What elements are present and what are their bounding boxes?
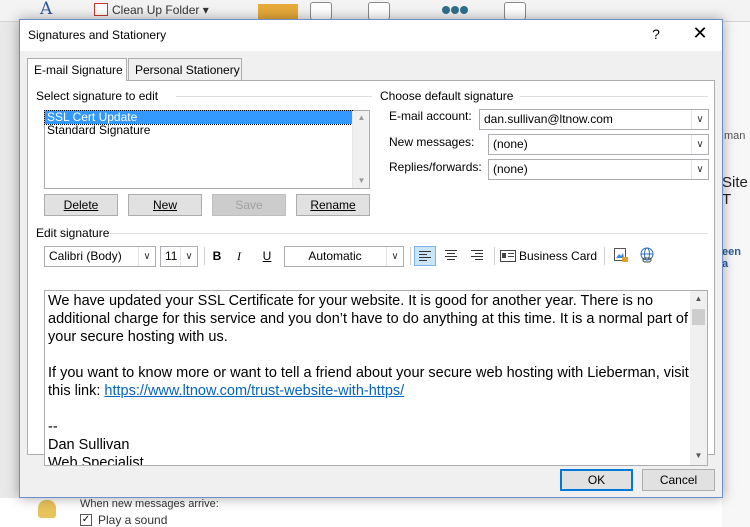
new-messages-select[interactable]: (none) ∨ (488, 134, 709, 155)
signatures-dialog: Signatures and Stationery ? ✕ E-mail Sig… (19, 19, 723, 498)
chevron-down-icon[interactable]: ∨ (138, 247, 155, 266)
background-reading-pane: man Site T een a (722, 22, 750, 527)
tab-email-signature[interactable]: E-mail Signature (27, 58, 127, 81)
clean-up-folder-button[interactable]: Clean Up Folder ▾ (94, 3, 209, 17)
dialog-title: Signatures and Stationery (28, 28, 167, 42)
chevron-down-icon[interactable]: ∨ (386, 247, 403, 266)
underline-button[interactable]: U (258, 246, 276, 266)
group-divider (176, 96, 372, 97)
group-divider (110, 233, 708, 234)
toolbar-separator (494, 247, 495, 265)
email-signature-panel: Select signature to edit SSL Cert Update… (27, 80, 715, 466)
business-card-button[interactable]: Business Card (500, 246, 600, 266)
toolbar-separator (604, 247, 605, 265)
window-icon[interactable] (504, 2, 526, 20)
signature-paragraph: If you want to know more or want to tell… (48, 365, 689, 399)
toolbar-separator (204, 247, 205, 265)
font-select[interactable]: Calibri (Body) ∨ (44, 246, 156, 267)
insert-hyperlink-button[interactable] (636, 246, 658, 266)
tab-personal-stationery[interactable]: Personal Stationery (128, 58, 242, 80)
mail-icon[interactable] (368, 2, 390, 20)
editor-scrollbar[interactable]: ▲ ▼ (690, 291, 707, 465)
font-color-select[interactable]: Automatic ∨ (284, 246, 404, 267)
choose-default-label: Choose default signature (380, 89, 514, 103)
scroll-down-icon[interactable]: ▼ (694, 451, 703, 460)
signature-link[interactable]: https://www.ltnow.com/trust-website-with… (104, 383, 404, 399)
delete-button[interactable]: Delete (44, 194, 118, 216)
replies-forwards-select[interactable]: (none) ∨ (488, 159, 709, 180)
rename-button[interactable]: Rename (296, 194, 370, 216)
font-size-select[interactable]: 11 ∨ (160, 246, 198, 267)
signature-body[interactable]: We have updated your SSL Certificate for… (48, 292, 690, 466)
insert-picture-button[interactable] (610, 246, 632, 266)
background-options: When new messages arrive: ✓ Play a sound (0, 498, 722, 527)
signature-dashes: -- (48, 419, 58, 435)
align-center-button[interactable] (440, 246, 462, 266)
align-right-button[interactable] (466, 246, 488, 266)
people-icon[interactable] (442, 3, 469, 17)
replies-forwards-label: Replies/forwards: (389, 160, 482, 174)
new-messages-label: New messages: (389, 135, 475, 149)
help-icon[interactable]: ? (646, 26, 666, 42)
scroll-up-icon[interactable]: ▲ (357, 113, 366, 122)
clock-icon[interactable] (310, 2, 332, 20)
scroll-down-icon[interactable]: ▼ (357, 176, 366, 185)
list-item[interactable]: Standard Signature (45, 124, 352, 137)
signature-paragraph: We have updated your SSL Certificate for… (48, 293, 688, 345)
ok-button[interactable]: OK (560, 469, 633, 491)
scroll-thumb[interactable] (692, 309, 705, 325)
signature-list[interactable]: SSL Cert Update Standard Signature ▲ ▼ (44, 110, 370, 189)
play-sound-checkbox[interactable]: ✓ (80, 514, 92, 526)
select-signature-label: Select signature to edit (36, 89, 159, 103)
new-button[interactable]: New (128, 194, 202, 216)
italic-button[interactable]: I (230, 246, 248, 266)
picture-icon (614, 248, 628, 262)
signature-editor[interactable]: We have updated your SSL Certificate for… (44, 290, 708, 466)
email-account-label: E-mail account: (389, 109, 472, 123)
chevron-down-icon[interactable]: ∨ (180, 247, 197, 266)
email-account-select[interactable]: dan.sullivan@ltnow.com ∨ (479, 109, 709, 130)
dialog-titlebar: Signatures and Stationery ? ✕ (20, 20, 722, 51)
group-divider (520, 96, 708, 97)
align-center-icon (445, 250, 457, 260)
signature-list-scrollbar[interactable]: ▲ ▼ (352, 111, 369, 188)
chevron-down-icon[interactable]: ∨ (691, 135, 708, 154)
edit-signature-label: Edit signature (36, 226, 110, 240)
toolbar-separator (410, 247, 411, 265)
font-color-icon: A (40, 0, 53, 19)
cancel-button[interactable]: Cancel (642, 469, 715, 491)
clean-up-icon (94, 3, 108, 16)
bell-icon (38, 500, 56, 518)
bold-button[interactable]: B (208, 246, 226, 266)
align-left-icon (419, 251, 431, 261)
business-card-icon (500, 250, 516, 262)
scroll-up-icon[interactable]: ▲ (694, 294, 703, 303)
align-right-icon (471, 250, 483, 260)
signature-name: Dan Sullivan (48, 437, 130, 453)
close-icon[interactable]: ✕ (688, 23, 712, 44)
align-left-button[interactable] (414, 246, 436, 266)
save-button[interactable]: Save (212, 194, 286, 216)
chevron-down-icon[interactable]: ∨ (691, 160, 708, 179)
signature-title: Web Specialist (48, 455, 144, 466)
chevron-down-icon[interactable]: ∨ (691, 110, 708, 129)
hyperlink-icon (640, 247, 654, 263)
